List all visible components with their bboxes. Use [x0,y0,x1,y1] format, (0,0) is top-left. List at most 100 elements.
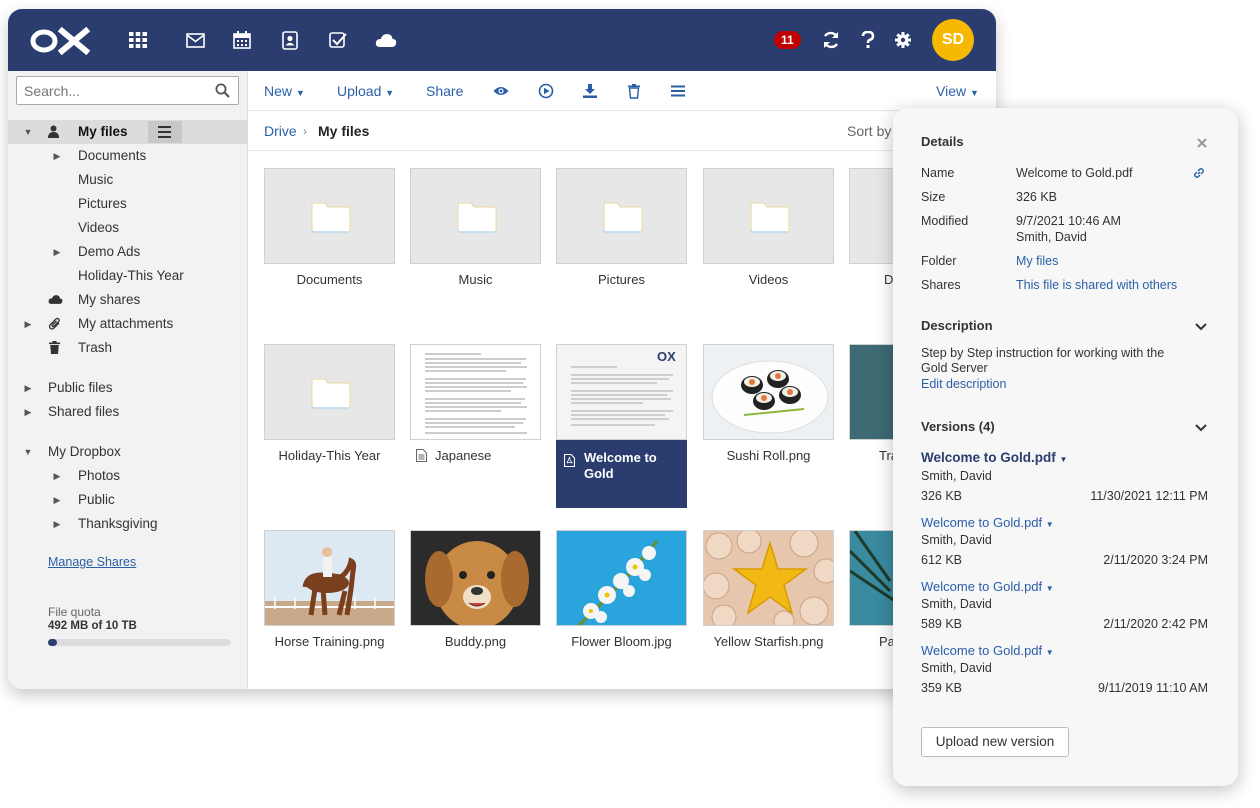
tree-item-photos[interactable]: ▶ Photos [8,464,247,488]
name-label: Name [921,166,955,180]
tree-item-label: Holiday-This Year [78,268,184,283]
modified-label: Modified [921,214,969,228]
tree-item-my-shares[interactable]: My shares [8,288,247,312]
tasks-icon[interactable] [327,29,349,51]
file-toolbar: New ▼ Upload ▼ Share View ▼ [248,71,996,111]
version-name-link[interactable]: Welcome to Gold.pdf ▼ [921,450,1067,465]
description-title: Description [921,318,993,333]
search-input[interactable] [17,77,207,104]
tree-item-videos[interactable]: Videos [8,216,247,240]
version-name-link[interactable]: Welcome to Gold.pdf ▼ [921,515,1054,530]
folder-thumbnail [556,168,687,264]
mail-icon[interactable] [184,29,206,51]
version-date: 11/30/2021 12:11 PM [1090,489,1208,503]
tree-item-public-files[interactable]: ▶ Public files [8,376,247,400]
share-button[interactable]: Share [426,71,463,111]
image-thumbnail [410,530,541,626]
help-icon[interactable] [857,29,879,51]
download-icon[interactable] [582,83,598,99]
search-icon[interactable] [215,83,230,98]
tree-item-label: Shared files [48,404,120,419]
play-slideshow-icon[interactable] [538,83,554,99]
image-thumbnail [556,530,687,626]
manage-shares-link[interactable]: Manage Shares [48,555,136,569]
tree-item-music[interactable]: Music [8,168,247,192]
caret-down-icon[interactable]: ▼ [23,440,33,464]
file-name: Flower Bloom.jpg [571,634,672,649]
version-name-link[interactable]: Welcome to Gold.pdf ▼ [921,643,1054,658]
tree-item-documents[interactable]: ▶ Documents [8,144,247,168]
folder-thumbnail [410,168,541,264]
breadcrumb-drive-link[interactable]: Drive [264,111,297,151]
tree-item-label: Demo Ads [78,244,141,259]
more-actions-menu-icon[interactable] [670,83,686,99]
address-book-icon[interactable] [279,29,301,51]
chevron-down-icon[interactable] [1194,421,1208,435]
drive-cloud-icon[interactable] [375,29,397,51]
shares-link[interactable]: This file is shared with others [1016,278,1177,292]
caret-right-icon[interactable]: ▶ [23,312,33,336]
link-icon[interactable] [1193,167,1205,179]
upload-new-version-button[interactable]: Upload new version [921,727,1069,757]
new-dropdown[interactable]: New ▼ [264,71,305,111]
caret-down-icon: ▼ [969,88,979,98]
size-label: Size [921,190,946,204]
version-name-link[interactable]: Welcome to Gold.pdf ▼ [921,579,1054,594]
version-name: Welcome to Gold.pdf [921,450,1056,465]
versions-title: Versions (4) [921,419,995,434]
tree-item-pictures[interactable]: Pictures [8,192,247,216]
notification-badge[interactable]: 11 [774,31,801,49]
pdf-preview-image: OX [571,349,676,426]
user-avatar[interactable]: SD [932,19,974,61]
caret-right-icon[interactable]: ▶ [52,512,62,536]
tree-item-shared-files[interactable]: ▶ Shared files [8,400,247,424]
tree-item-my-attachments[interactable]: ▶ My attachments [8,312,247,336]
folder-link[interactable]: My files [1016,254,1058,268]
folder-label: Folder [921,254,957,268]
apps-grid-icon[interactable] [127,29,149,51]
tree-item-label: Videos [78,220,120,235]
tree-item-my-files[interactable]: ▼ My files [8,120,247,144]
image-thumbnail [703,344,834,440]
folder-icon [603,202,643,233]
file-name: Videos [748,272,789,287]
close-icon[interactable] [1197,138,1207,148]
file-name: Documents [296,272,363,287]
file-name: Yellow Starfish.png [713,634,824,649]
caret-right-icon[interactable]: ▶ [23,400,33,424]
caret-right-icon[interactable]: ▶ [52,464,62,488]
caret-right-icon[interactable]: ▶ [52,144,62,168]
version-date: 9/11/2019 11:10 AM [1097,681,1208,695]
version-author: Smith, David [921,597,992,611]
caret-right-icon[interactable]: ▶ [23,376,33,400]
image-thumbnail [703,530,834,626]
caret-right-icon[interactable]: ▶ [52,240,62,264]
version-size: 359 KB [921,681,963,695]
document-thumbnail [410,344,541,440]
caret-down-icon[interactable]: ▼ [23,120,33,144]
file-name: Sushi Roll.png [726,448,811,463]
upload-dropdown[interactable]: Upload ▼ [337,71,394,111]
calendar-icon[interactable] [231,29,253,51]
view-dropdown[interactable]: View ▼ [936,71,979,111]
folder-menu-button[interactable] [148,121,182,143]
version-size: 612 KB [921,553,963,567]
sort-by-dropdown[interactable]: Sort by [847,111,891,151]
refresh-icon[interactable] [820,29,842,51]
tree-item-thanksgiving[interactable]: ▶ Thanksgiving [8,512,247,536]
file-name: Welcome to Gold [584,450,657,481]
caret-down-icon: ▼ [1059,455,1068,464]
search-box[interactable] [16,76,239,105]
edit-description-link[interactable]: Edit description [921,377,1006,391]
caret-right-icon[interactable]: ▶ [52,488,62,512]
tree-item-public[interactable]: ▶ Public [8,488,247,512]
settings-gear-icon[interactable] [892,29,914,51]
new-label: New [264,83,293,99]
eye-view-icon[interactable] [493,83,509,99]
tree-item-holiday-this-year[interactable]: Holiday-This Year [8,264,247,288]
chevron-down-icon[interactable] [1194,320,1208,334]
tree-item-demo-ads[interactable]: ▶ Demo Ads [8,240,247,264]
tree-item-trash[interactable]: Trash [8,336,247,360]
delete-trash-icon[interactable] [626,83,642,99]
tree-item-my-dropbox[interactable]: ▼ My Dropbox [8,440,247,464]
